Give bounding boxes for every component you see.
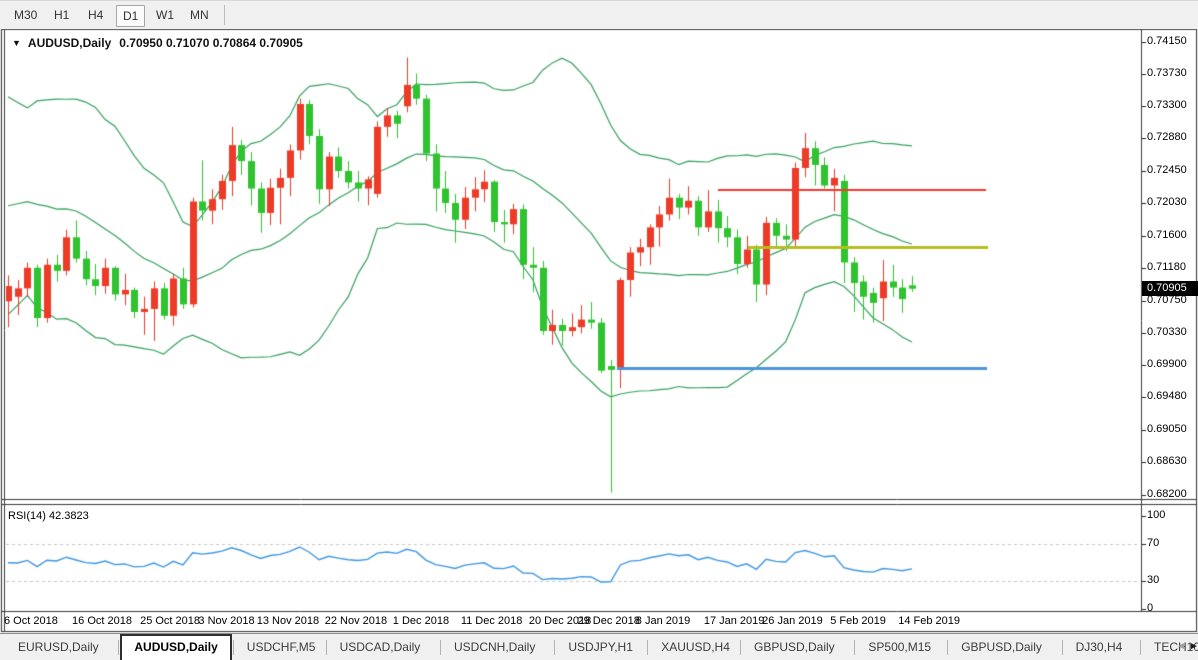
tab-separator: [740, 640, 741, 655]
date-axis-label: 22 Nov 2018: [324, 615, 388, 627]
price-axis-label: 0.74150: [1147, 34, 1187, 47]
timeframe-button-h4[interactable]: H4: [82, 5, 109, 25]
timeframe-button-mn[interactable]: MN: [184, 5, 215, 25]
chart-tab-audusd-daily[interactable]: AUDUSD,Daily: [120, 634, 232, 660]
chart-tab-xauusd-h4[interactable]: XAUUSD,H4: [649, 635, 742, 660]
current-price-badge: 0.70905: [1142, 280, 1198, 296]
chart-tab-usdcad-daily[interactable]: USDCAD,Daily: [328, 635, 433, 660]
price-axis-label: 0.68200: [1147, 487, 1187, 500]
chart-title[interactable]: ▼ AUDUSD,Daily 0.70950 0.71070 0.70864 0.7…: [12, 36, 303, 50]
chart-tab-gbpusd-daily[interactable]: GBPUSD,Daily: [949, 635, 1054, 660]
rsi-indicator-label: RSI(14) 42.3823: [8, 510, 89, 522]
chart-ohlc-values: 0.70950 0.71070 0.70864 0.70905: [119, 36, 303, 50]
tab-separator: [1061, 640, 1063, 655]
date-axis-label: 11 Dec 2018: [460, 615, 523, 627]
date-axis-label: 8 Jan 2019: [635, 615, 691, 627]
date-axis-label: 6 Oct 2018: [4, 615, 58, 627]
price-axis-label: 0.69050: [1147, 423, 1187, 436]
chart-tab-eurusd-daily[interactable]: EURUSD,Daily: [6, 635, 111, 660]
timeframe-button-w1[interactable]: W1: [150, 5, 180, 25]
timeframe-toolbar: M30 H1 H4 D1 W1 MN: [0, 0, 1198, 29]
chart-tab-dj30-h4[interactable]: DJ30,H4: [1064, 635, 1135, 660]
tab-separator: [440, 640, 441, 655]
toolbar-separator: [224, 5, 225, 25]
chart-tab-usdjpy-h1[interactable]: USDJPY,H1: [556, 635, 644, 660]
date-axis-label: 16 Oct 2018: [72, 615, 132, 627]
price-axis-label: 0.69480: [1147, 390, 1187, 403]
rsi-axis-label: 0: [1147, 602, 1154, 614]
chart-tab-usdchf-m5[interactable]: USDCHF,M5: [235, 635, 328, 660]
tab-separator: [554, 640, 556, 655]
rsi-axis-label: 70: [1147, 536, 1160, 549]
date-axis-label: 5 Feb 2019: [830, 615, 886, 627]
chart-tab-sp500-m15[interactable]: SP500,M15: [856, 635, 943, 660]
timeframe-button-h1[interactable]: H1: [48, 5, 75, 25]
price-axis-label: 0.71600: [1147, 228, 1187, 241]
rsi-axis-label: 100: [1147, 509, 1166, 521]
date-axis-label: 13 Nov 2018: [256, 615, 320, 627]
tab-separator: [647, 640, 649, 655]
price-axis-label: 0.72880: [1147, 131, 1187, 144]
price-axis-label: 0.69900: [1147, 358, 1187, 371]
date-axis-label: 17 Jan 2019: [703, 615, 765, 627]
rsi-axis-label: 30: [1147, 574, 1160, 587]
tab-separator: [1140, 640, 1141, 655]
date-axis-label: 1 Dec 2018: [392, 615, 450, 627]
price-axis-label: 0.70330: [1147, 325, 1187, 338]
chart-tab-bar: EURUSD,Daily AUDUSD,Daily USDCHF,M5 USDCAD,…: [0, 633, 1198, 660]
tab-separator: [325, 640, 327, 655]
date-axis-label: 26 Jan 2019: [762, 615, 823, 627]
price-axis-label: 0.71180: [1147, 260, 1186, 273]
price-axis-label: 0.73300: [1147, 99, 1187, 112]
price-axis-label: 0.68630: [1147, 455, 1187, 468]
tab-separator: [232, 640, 234, 655]
date-axis-label: 14 Feb 2019: [898, 615, 961, 627]
chart-symbol-label: AUDUSD,Daily: [27, 36, 112, 50]
scroll-right-icon[interactable]: ►: [1189, 641, 1198, 652]
tab-separator: [947, 640, 949, 655]
timeframe-button-m30[interactable]: M30: [8, 5, 43, 25]
price-axis-label: 0.73730: [1147, 66, 1187, 79]
rsi-value: 42.3823: [48, 510, 89, 522]
price-axis-label: 0.72030: [1147, 196, 1187, 209]
scroll-left-icon[interactable]: ◄: [1176, 641, 1186, 652]
rsi-name: RSI(14): [8, 510, 46, 522]
chart-tab-gbpusd-daily[interactable]: GBPUSD,Daily: [742, 635, 847, 660]
tab-separator: [118, 640, 120, 655]
tab-separator: [854, 640, 856, 655]
timeframe-button-d1[interactable]: D1: [116, 5, 146, 27]
price-axis-label: 0.72450: [1147, 164, 1187, 177]
date-axis-label: 29 Dec 2018: [577, 615, 640, 627]
chevron-down-icon[interactable]: ▼: [12, 38, 21, 48]
chart-tab-usdcnh-daily[interactable]: USDCNH,Daily: [442, 635, 547, 660]
application-window: M30 H1 H4 D1 W1 MN ▼ AUDUSD,Daily 0.70950 0.710…: [0, 0, 1198, 660]
date-axis-label: 25 Oct 2018: [140, 615, 201, 627]
date-axis-label: 3 Nov 2018: [198, 615, 255, 627]
chart-canvas[interactable]: [0, 0, 1198, 660]
